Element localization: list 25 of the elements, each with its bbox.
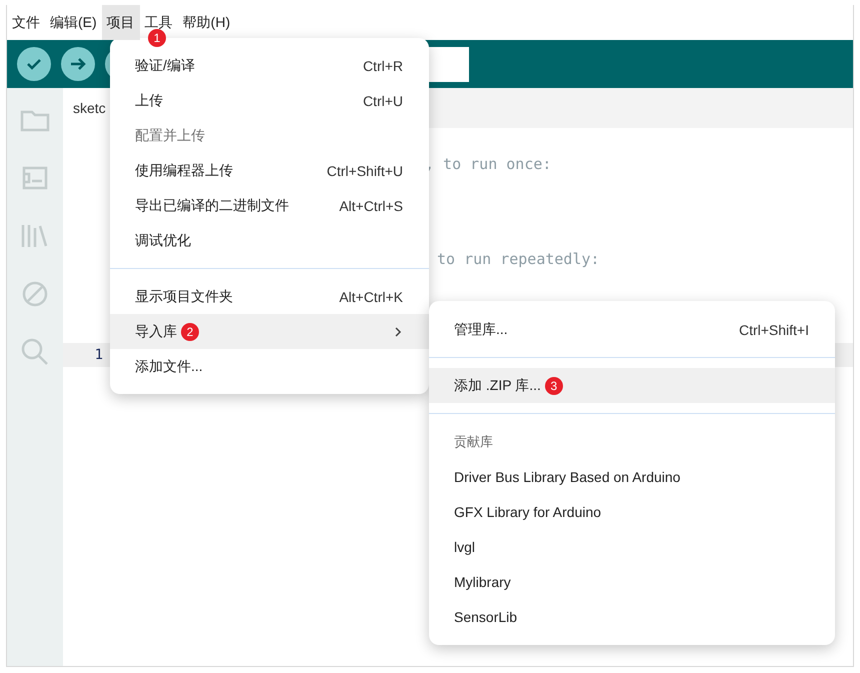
menu-item[interactable]: 帮助(H) xyxy=(178,5,236,40)
step-badge: 3 xyxy=(544,376,563,394)
menu-entry[interactable]: GFX Library for Arduino xyxy=(429,494,835,529)
menu-entry[interactable]: 导出已编译的二进制文件 Alt+Ctrl+S xyxy=(110,188,429,223)
line-number: 1 xyxy=(94,346,103,363)
menu-item[interactable]: 编辑(E) xyxy=(45,5,102,40)
menu-entry[interactable]: 添加文件... xyxy=(110,349,429,384)
step-badge: 1 xyxy=(148,29,166,47)
menu-entry[interactable]: 调试优化 xyxy=(110,223,429,258)
menu-entry[interactable]: 添加 .ZIP 库... 3 xyxy=(429,368,835,403)
menu-entry[interactable]: 显示项目文件夹 Alt+Ctrl+K xyxy=(110,279,429,314)
menu-entry[interactable]: Driver Bus Library Based on Arduino xyxy=(429,459,835,494)
menu-entry[interactable]: Mylibrary xyxy=(429,564,835,599)
menu-item[interactable]: 项目 xyxy=(102,5,140,40)
code-comment: to run repeatedly: xyxy=(437,250,600,268)
verify-button[interactable] xyxy=(17,47,51,81)
step-badge: 2 xyxy=(181,322,199,340)
menu-entry[interactable]: 管理库... Ctrl+Shift+I xyxy=(429,312,835,347)
menu-item[interactable]: 文件 xyxy=(7,5,45,40)
menu-entry[interactable]: SensorLib xyxy=(429,599,835,634)
menu-entry[interactable]: lvgl xyxy=(429,529,835,564)
upload-button[interactable] xyxy=(61,47,95,81)
section-heading: 贡献库 xyxy=(453,432,494,450)
menu-entry[interactable]: 导入库 2 xyxy=(110,314,429,349)
menu-entry[interactable]: 使用编程器上传 Ctrl+Shift+U xyxy=(110,153,429,188)
